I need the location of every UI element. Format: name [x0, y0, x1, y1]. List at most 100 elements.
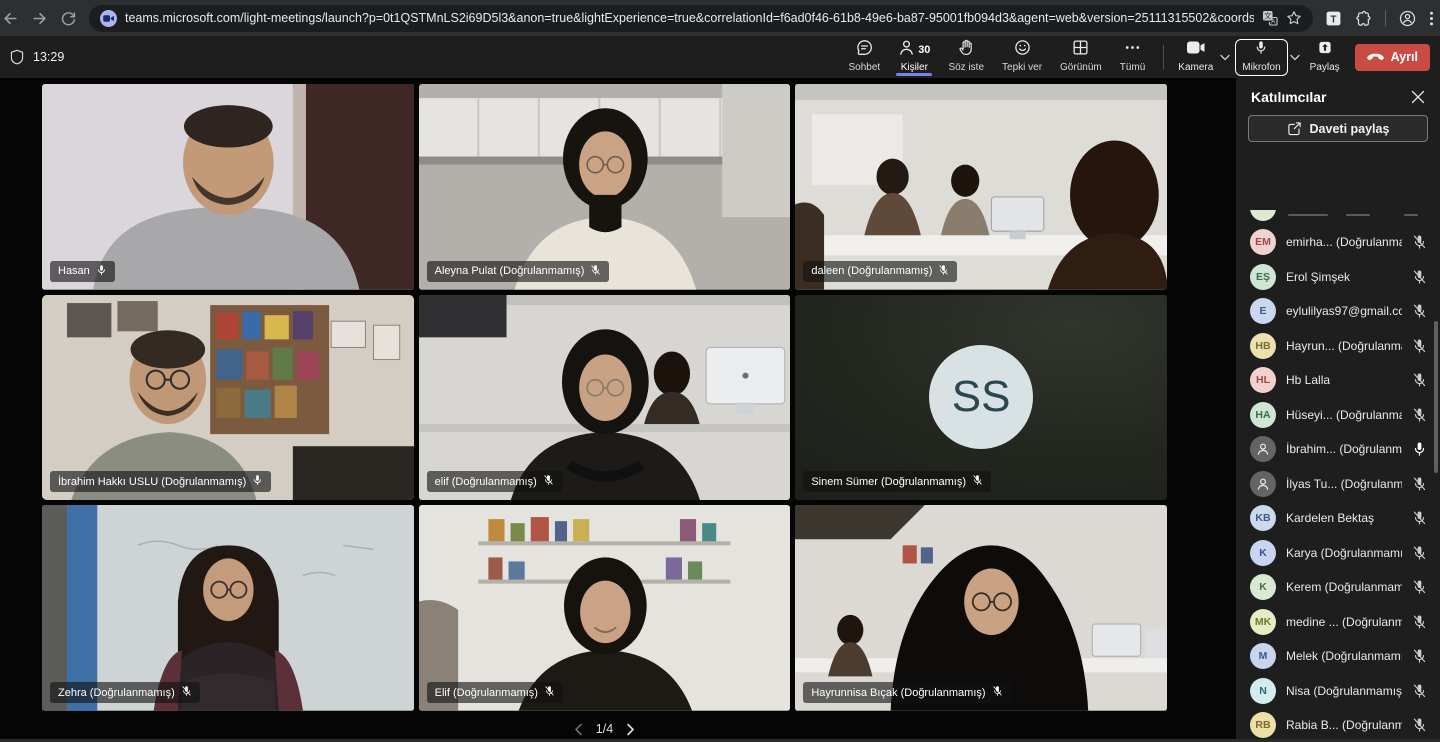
toolbar-tab-soz-iste[interactable]: Söz iste [939, 36, 993, 78]
mikrofon-chevron-down-icon[interactable] [1290, 54, 1300, 61]
menu-kebab-icon[interactable] [1429, 10, 1434, 27]
participant-row[interactable]: İlyas Tu... (Doğrulanmamış) [1236, 467, 1440, 502]
mic-on-icon [1412, 441, 1427, 457]
video-tile-4[interactable]: İbrahim Hakkı USLU (Doğrulanmamış) [42, 295, 414, 501]
participant-name: Kardelen Bektaş [1286, 511, 1374, 525]
kamera-button[interactable]: Kamera [1173, 40, 1218, 75]
share-invite-label: Daveti paylaş [1310, 122, 1390, 136]
participant-row[interactable]: HAHüseyi... (Doğrulanmamış) [1236, 398, 1440, 433]
mic-off-icon [1412, 683, 1427, 699]
tile-name-label: Elif (Doğrulanmamış) [427, 682, 563, 703]
tab-label: Görünüm [1060, 62, 1102, 73]
video-tile-9[interactable]: Hayrunnisa Bıçak (Doğrulanmamış) [795, 505, 1167, 711]
svg-text:A: A [1271, 19, 1276, 26]
participant-row[interactable]: Eeylulilyas97@gmail.com [1236, 294, 1440, 329]
toolbar-tabs: Sohbet30Kişiler Söz iste Tepki ver Görünüm T… [839, 36, 1154, 78]
scrollbar-thumb[interactable] [1434, 321, 1438, 473]
person-icon [1250, 436, 1276, 462]
participant-name: Hayrunnisa Bıçak (Doğrulanmamış) [811, 687, 985, 699]
extensions-puzzle-icon[interactable] [1355, 10, 1372, 27]
video-feed [419, 295, 791, 501]
video-tile-6[interactable]: SSSinem Sümer (Doğrulanmamış) [795, 295, 1167, 501]
participant-row[interactable]: EŞErol Şimşek [1236, 260, 1440, 295]
participant-row[interactable]: KKarya (Doğrulanmamış) [1236, 536, 1440, 571]
translate-icon[interactable]: 文A [1262, 10, 1278, 26]
reload-icon[interactable] [60, 10, 77, 27]
video-feed [42, 505, 414, 711]
participant-name: İlyas Tu... (Doğrulanmamış) [1286, 477, 1402, 491]
mic-off-icon [972, 474, 983, 489]
mikrofon-button[interactable]: Mikrofon [1235, 39, 1287, 76]
previous-page-icon[interactable] [574, 723, 583, 736]
participant-row[interactable]: KB Kardelen Bektaş [1236, 501, 1440, 536]
video-tile-7[interactable]: Zehra (Doğrulanmamış) [42, 505, 414, 711]
shield-icon [10, 49, 24, 65]
share-invite-button[interactable]: Daveti paylaş [1248, 115, 1428, 142]
meeting-time-group: 13:29 [10, 49, 64, 65]
mic-off-icon [1412, 579, 1427, 595]
toolbar-tab-tepki-ver[interactable]: Tepki ver [993, 36, 1051, 78]
close-icon[interactable] [1411, 90, 1425, 104]
avatar: MK [1250, 609, 1276, 635]
participant-row[interactable]: RBRabia B... (Doğrulanmamış) [1236, 708, 1440, 742]
profile-icon[interactable] [1399, 10, 1416, 27]
avatar: KB [1250, 505, 1276, 531]
participant-name: İbrahim... (Doğrulanmamış) [1286, 442, 1402, 456]
tile-name-label: Hayrunnisa Bıçak (Doğrulanmamış) [803, 682, 1010, 703]
mic-on-icon [96, 264, 107, 279]
participant-row[interactable]: EMemirha... (Doğrulanmamış) [1236, 225, 1440, 260]
video-feed [42, 84, 414, 290]
forward-icon[interactable] [31, 10, 48, 27]
video-tile-5[interactable]: elif (Doğrulanmamış) [419, 295, 791, 501]
participant-row[interactable]: MMelek (Doğrulanmamış) [1236, 639, 1440, 674]
participant-row[interactable]: NNisa (Doğrulanmamış) [1236, 674, 1440, 709]
paylas-button[interactable]: Paylaş [1305, 40, 1345, 75]
participant-name: Erol Şimşek [1286, 270, 1350, 284]
device-label: Paylaş [1310, 62, 1340, 73]
toolbar-tab-sohbet[interactable]: Sohbet [839, 36, 889, 78]
mic-off-icon [1412, 476, 1427, 492]
tab-label: Söz iste [948, 62, 984, 73]
toolbar-tab-gorunum[interactable]: Görünüm [1051, 36, 1111, 78]
video-tile-1[interactable]: Hasan [42, 84, 414, 290]
device-label: Kamera [1178, 62, 1213, 73]
video-tile-8[interactable]: Elif (Doğrulanmamış) [419, 505, 791, 711]
participant-name: daleen (Doğrulanmamış) [811, 265, 932, 277]
kamera-chevron-down-icon[interactable] [1220, 54, 1230, 61]
toolbar-tab-tumu[interactable]: Tümü [1111, 36, 1155, 78]
hangup-icon [1367, 53, 1384, 61]
people-icon [898, 39, 915, 61]
leave-button[interactable]: Ayrıl [1355, 44, 1430, 71]
participant-row[interactable]: İbrahim... (Doğrulanmamış) [1236, 432, 1440, 467]
participant-name: İbrahim Hakkı USLU (Doğrulanmamış) [58, 476, 246, 488]
tile-name-label: daleen (Doğrulanmamış) [803, 261, 957, 282]
mic-off-icon [992, 685, 1003, 700]
next-page-icon[interactable] [626, 723, 635, 736]
participant-row[interactable]: MK medine ... (Doğrulanmamış) [1236, 605, 1440, 640]
avatar-tile-background: SS [795, 295, 1167, 501]
tile-name-label: Sinem Sümer (Doğrulanmamış) [803, 471, 991, 492]
participant-row[interactable]: HBHayrun... (Doğrulanmamış) [1236, 329, 1440, 364]
video-tile-3[interactable]: daleen (Doğrulanmamış) [795, 84, 1167, 290]
grid-icon [1072, 39, 1089, 61]
toolbar-tab-kisiler[interactable]: 30Kişiler [889, 36, 939, 78]
participant-name: medine ... (Doğrulanmamış) [1286, 615, 1402, 629]
star-icon[interactable] [1286, 10, 1302, 26]
avatar: E [1250, 298, 1276, 324]
participant-row[interactable]: KKerem (Doğrulanmamış) [1236, 570, 1440, 605]
video-feed [42, 295, 414, 501]
meeting-toolbar: 13:29 Sohbet30Kişiler Söz iste Tepki ver Gö… [0, 36, 1440, 78]
participants-list: EMemirha... (Doğrulanmamış)EŞErol Şimşek… [1236, 210, 1440, 742]
participant-row[interactable]: HLHb Lalla [1236, 363, 1440, 398]
avatar: K [1250, 540, 1276, 566]
tile-name-label: Zehra (Doğrulanmamış) [50, 682, 200, 703]
back-icon[interactable] [2, 10, 19, 27]
mic-on-icon [252, 474, 263, 489]
meeting-timer: 13:29 [33, 50, 64, 64]
person-icon [1250, 471, 1276, 497]
mic-off-icon [1412, 303, 1427, 319]
t-extension-icon[interactable]: T [1325, 10, 1342, 27]
video-tile-2[interactable]: Aleyna Pulat (Doğrulanmamış) [419, 84, 791, 290]
grid-pagination: 1/4 [42, 718, 1167, 740]
url-bar[interactable]: teams.microsoft.com/light-meetings/launc… [89, 5, 1313, 32]
